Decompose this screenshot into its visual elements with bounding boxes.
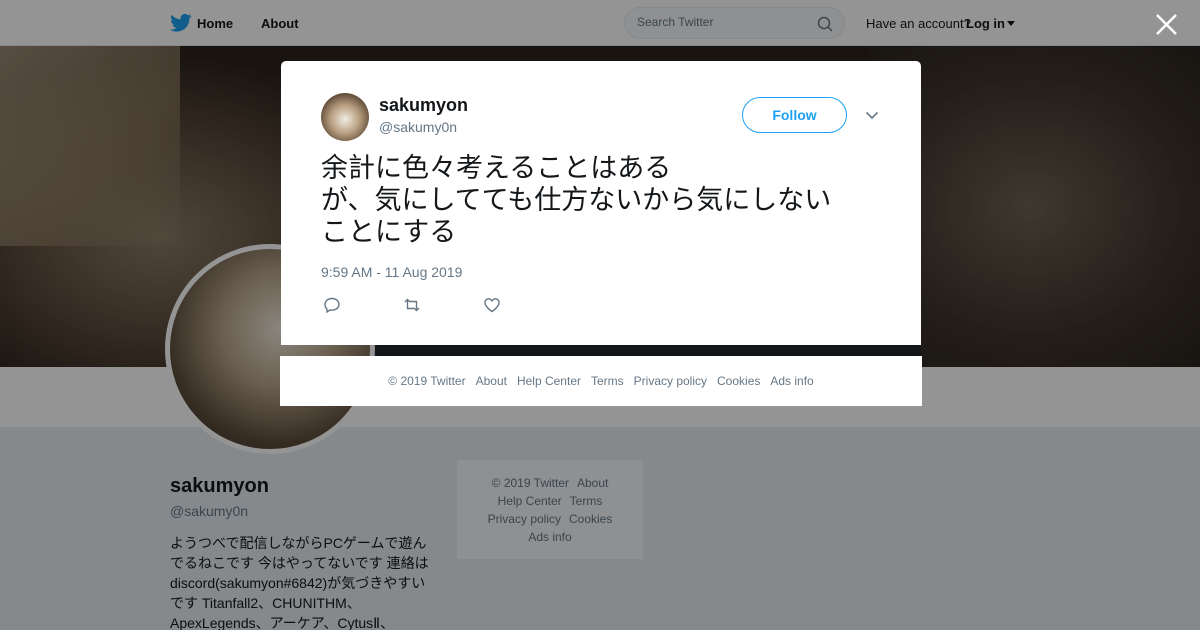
chevron-down-icon[interactable] (865, 109, 879, 121)
modal-footer-privacy-link[interactable]: Privacy policy (634, 374, 707, 388)
tweet-text: 余計に色々考えることはある が、気にしてても仕方ないから気にしない ことにする (321, 153, 832, 248)
modal-footer: © 2019 Twitter About Help Center Terms Priva… (280, 356, 922, 406)
tweet-author-avatar[interactable] (321, 93, 369, 141)
like-icon[interactable] (483, 296, 501, 314)
follow-button[interactable]: Follow (742, 97, 847, 133)
reply-icon[interactable] (323, 296, 341, 314)
modal-footer-ads-info-link[interactable]: Ads info (770, 374, 813, 388)
modal-footer-help-center-link[interactable]: Help Center (517, 374, 581, 388)
tweet-author-handle[interactable]: @sakumy0n (379, 119, 457, 135)
modal-footer-about-link[interactable]: About (476, 374, 507, 388)
tweet-modal: sakumyon @sakumy0n Follow 余計に色々考えることはある … (281, 61, 921, 345)
modal-footer-terms-link[interactable]: Terms (591, 374, 624, 388)
modal-divider (375, 345, 921, 356)
modal-footer-cookies-link[interactable]: Cookies (717, 374, 760, 388)
tweet-author-name[interactable]: sakumyon (379, 95, 468, 116)
close-icon[interactable] (1154, 12, 1179, 37)
retweet-icon[interactable] (403, 296, 421, 314)
tweet-timestamp[interactable]: 9:59 AM - 11 Aug 2019 (321, 264, 462, 280)
modal-footer-copyright: © 2019 Twitter (388, 374, 466, 388)
